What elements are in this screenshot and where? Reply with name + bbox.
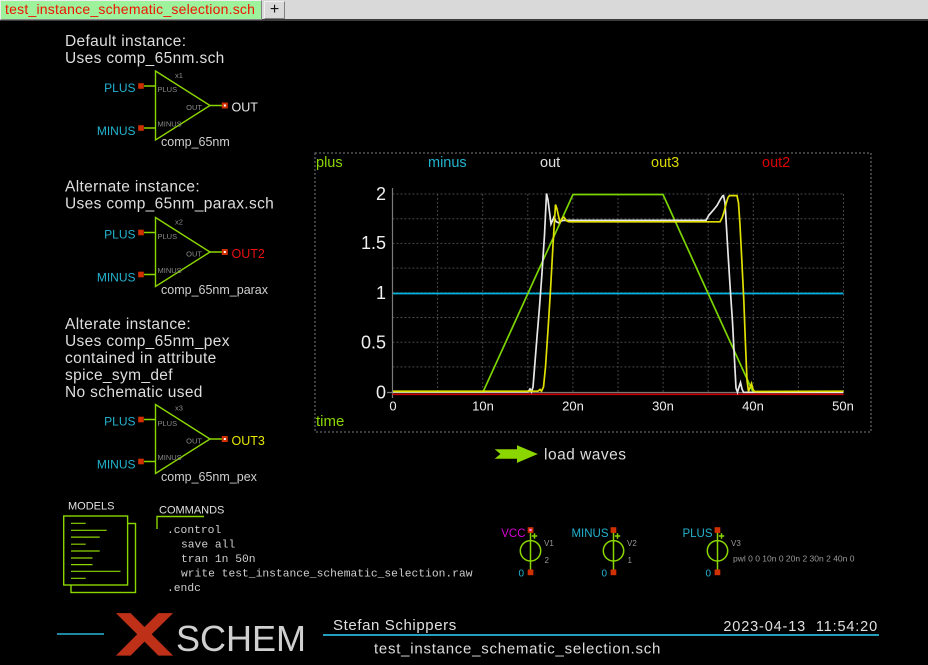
svg-text:PLUS: PLUS [104,81,135,95]
svg-text:VCC: VCC [501,528,525,540]
svg-text:pwl 0 0 10n 0 20n 2 30n 2 40n: pwl 0 0 10n 0 20n 2 30n 2 40n 0 [733,554,855,564]
svg-text:out: out [540,155,560,171]
svg-text:save all: save all [181,540,235,552]
svg-text:contained in attribute: contained in attribute [65,350,217,367]
svg-text:2: 2 [376,184,386,204]
svg-text:OUT2: OUT2 [232,247,265,261]
svg-text:plus: plus [316,155,343,171]
svg-text:1: 1 [376,283,386,303]
svg-text:MINUS: MINUS [158,120,182,129]
svg-text:comp_65nm_parax: comp_65nm_parax [161,283,269,297]
svg-text:0.5: 0.5 [361,333,386,353]
svg-text:Alternate instance:: Alternate instance: [65,179,200,196]
svg-text:MINUS: MINUS [97,124,136,138]
svg-text:2: 2 [545,556,550,565]
svg-text:time: time [316,413,344,430]
svg-text:20n: 20n [562,399,584,414]
svg-text:x1: x1 [175,71,183,80]
svg-text:.endc: .endc [167,583,201,595]
svg-text:COMMANDS: COMMANDS [159,505,224,517]
svg-text:40n: 40n [742,399,764,414]
svg-text:comp_65nm: comp_65nm [161,135,230,149]
svg-text:MINUS: MINUS [97,271,136,285]
svg-text:spice_sym_def: spice_sym_def [65,367,173,384]
svg-text:OUT: OUT [186,437,202,446]
svg-text:V3: V3 [731,539,741,548]
svg-text:minus: minus [428,155,467,171]
svg-text:0: 0 [705,569,711,580]
svg-text:MODELS: MODELS [68,501,114,513]
svg-text:PLUS: PLUS [104,228,135,242]
svg-text:OUT: OUT [232,101,259,115]
svg-text:x2: x2 [175,218,183,227]
svg-text:0: 0 [376,383,386,403]
svg-text:50n: 50n [832,399,854,414]
svg-text:comp_65nm_pex: comp_65nm_pex [161,470,258,484]
svg-text:V2: V2 [627,539,637,548]
svg-text:Default instance:: Default instance: [65,33,186,50]
svg-text:PLUS: PLUS [158,419,178,428]
svg-text:.control: .control [167,525,221,537]
svg-text:PLUS: PLUS [158,232,178,241]
svg-text:out3: out3 [651,155,679,171]
svg-text:0: 0 [601,569,607,580]
svg-text:Uses comp_65nm_parax.sch: Uses comp_65nm_parax.sch [65,196,274,213]
svg-text:out2: out2 [762,155,790,171]
svg-text:SCHEM: SCHEM [176,618,306,659]
svg-text:0: 0 [518,569,524,580]
svg-text:No schematic used: No schematic used [65,384,203,401]
svg-text:30n: 30n [652,399,674,414]
svg-text:MINUS: MINUS [158,453,182,462]
svg-text:PLUS: PLUS [158,85,178,94]
svg-text:MINUS: MINUS [97,458,136,472]
svg-text:write test_instance_schematic_: write test_instance_schematic_selection.… [181,569,473,581]
svg-text:PLUS: PLUS [682,528,712,540]
svg-text:1: 1 [628,556,633,565]
svg-text:Alterate instance:: Alterate instance: [65,316,191,333]
svg-text:OUT3: OUT3 [232,434,265,448]
svg-text:MINUS: MINUS [158,266,182,275]
svg-text:1.5: 1.5 [361,233,386,253]
svg-text:MINUS: MINUS [571,528,608,540]
svg-text:Stefan Schippers: Stefan Schippers [333,617,457,634]
svg-text:10n: 10n [472,399,494,414]
svg-text:Uses comp_65nm.sch: Uses comp_65nm.sch [65,50,225,67]
svg-text:x3: x3 [175,404,183,413]
svg-text:PLUS: PLUS [104,415,135,429]
svg-text:Uses comp_65nm_pex: Uses comp_65nm_pex [65,333,230,350]
svg-text:load waves: load waves [544,447,627,464]
svg-text:V1: V1 [544,539,554,548]
svg-text:tran 1n 50n: tran 1n 50n [181,554,256,566]
svg-text:OUT: OUT [186,250,202,259]
svg-text:OUT: OUT [186,103,202,112]
svg-text:test_instance_schematic_select: test_instance_schematic_selection.sch [374,641,661,658]
svg-text:0: 0 [389,399,396,414]
svg-text:2023-04-13 11:54:20: 2023-04-13 11:54:20 [723,619,878,635]
